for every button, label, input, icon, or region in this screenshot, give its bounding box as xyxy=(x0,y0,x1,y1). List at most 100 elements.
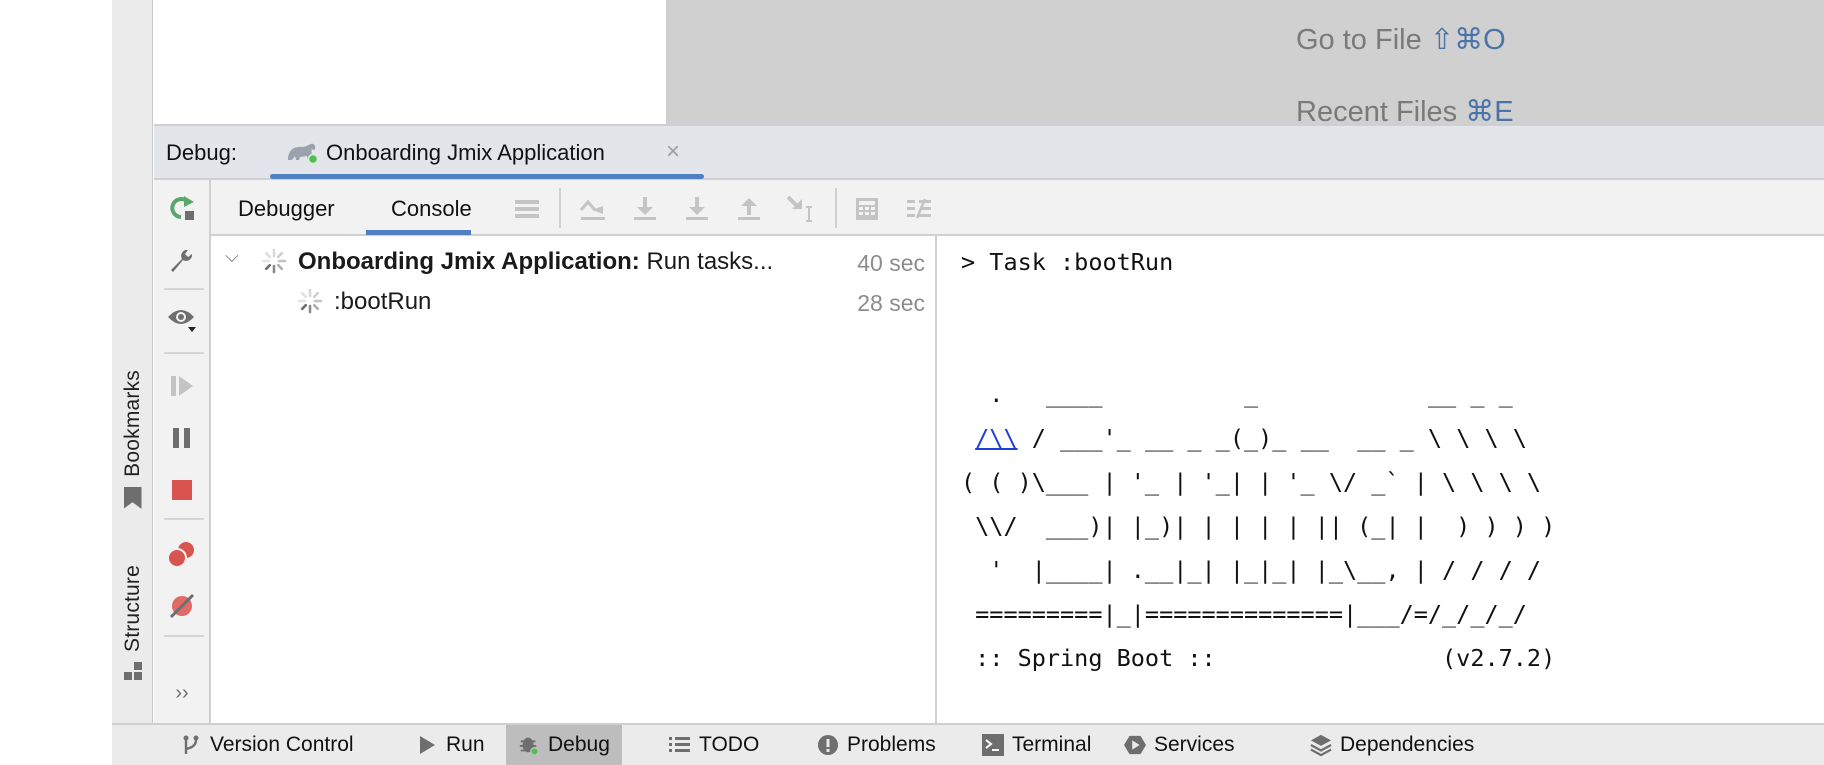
settings-button[interactable] xyxy=(166,244,198,276)
debug-title: Debug: xyxy=(166,140,237,165)
more-icon: ›› xyxy=(175,681,189,704)
step-over-button[interactable] xyxy=(629,193,661,225)
separator xyxy=(164,352,204,354)
problems-icon xyxy=(817,734,839,756)
mute-breakpoints-button[interactable] xyxy=(166,590,198,622)
tool-button-version-control[interactable]: Version Control xyxy=(168,725,366,765)
welcome-item-label: Recent Files xyxy=(1296,96,1458,128)
debug-tool-window-header: Debug: Onboarding Jmix Application × xyxy=(154,126,1824,180)
outer-margin xyxy=(0,0,112,765)
tool-button-dependencies[interactable]: Dependencies xyxy=(1298,725,1486,765)
tool-button-todo[interactable]: TODO xyxy=(657,725,771,765)
welcome-item-shortcut: ⇧⌘O xyxy=(1429,24,1506,56)
show-execution-point-button[interactable] xyxy=(577,193,609,225)
rerun-icon xyxy=(170,196,194,220)
tool-button-label: Problems xyxy=(847,733,936,756)
tool-tab-bookmarks[interactable]: Bookmarks xyxy=(112,370,153,509)
console-text: > Task :bootRun . ____ _ __ _ _ /\\ / __… xyxy=(961,240,1725,723)
debug-session-label: Onboarding Jmix Application xyxy=(326,140,605,165)
step-out-button[interactable] xyxy=(733,193,765,225)
debug-actions-strip: ›› xyxy=(154,180,211,723)
tool-button-label: Debug xyxy=(548,733,610,756)
layout-button[interactable] xyxy=(511,193,543,225)
tree-row-title: :bootRun xyxy=(334,288,432,315)
console-line: ' |____| .__|_| |_|_| |_\__, | / / / / xyxy=(961,556,1542,584)
close-icon[interactable]: × xyxy=(666,138,680,166)
wrench-icon xyxy=(171,249,193,272)
more-actions-button[interactable]: ›› xyxy=(166,677,198,709)
tree-row-time: 28 sec xyxy=(857,290,925,316)
tree-row-text: Onboarding Jmix Application: Run tasks..… xyxy=(298,248,773,276)
spinner-icon xyxy=(261,248,287,274)
console-link[interactable]: /\\ xyxy=(975,424,1017,452)
tool-button-label: Version Control xyxy=(210,733,354,756)
tool-button-label: Run xyxy=(446,733,485,756)
tool-button-label: Services xyxy=(1154,733,1235,756)
list-icon xyxy=(669,734,691,756)
separator xyxy=(835,188,837,228)
step-out-icon xyxy=(738,198,760,220)
separator xyxy=(164,288,204,290)
gradle-elephant-icon xyxy=(288,143,318,164)
structure-label: Structure xyxy=(120,565,144,652)
tab-console[interactable]: Console xyxy=(391,196,472,222)
branch-icon xyxy=(180,734,202,756)
tool-button-terminal[interactable]: Terminal xyxy=(970,725,1103,765)
separator xyxy=(559,188,561,228)
welcome-item-shortcut: ⌘E xyxy=(1465,96,1514,128)
tool-button-label: Terminal xyxy=(1012,733,1092,756)
trace-button[interactable] xyxy=(903,193,935,225)
run-to-cursor-icon xyxy=(786,195,812,222)
tool-button-run[interactable]: Run xyxy=(404,725,497,765)
tree-row-time: 40 sec xyxy=(857,250,925,276)
step-into-button[interactable] xyxy=(681,193,713,225)
console-line: /\\ / ___'_ __ _ _(_)_ __ __ _ \ \ \ \ xyxy=(975,424,1527,452)
tool-tab-structure[interactable]: Structure xyxy=(112,565,153,680)
tree-row[interactable]: :bootRun 28 sec xyxy=(211,282,935,320)
editor-area[interactable] xyxy=(154,0,666,126)
tool-button-label: Dependencies xyxy=(1340,733,1475,756)
welcome-item-label: Go to File xyxy=(1296,24,1422,56)
resume-button[interactable] xyxy=(166,370,198,402)
tool-button-services[interactable]: Services xyxy=(1112,725,1247,765)
active-tab-indicator xyxy=(366,230,471,235)
hamburger-icon xyxy=(515,200,539,218)
view-breakpoints-list-button[interactable] xyxy=(166,538,198,570)
console-line: ( ( )\___ | '_ | '_| | '_ \/ _` | \ \ \ … xyxy=(961,468,1542,496)
welcome-go-to-file: Go to File ⇧⌘O xyxy=(1296,22,1506,57)
resume-icon xyxy=(171,376,193,396)
tool-button-problems[interactable]: Problems xyxy=(805,725,948,765)
build-tree: ⌵ Onboarding Jmix Application: Run tasks… xyxy=(211,236,937,723)
services-icon xyxy=(1124,734,1146,756)
debug-session-tab[interactable]: Onboarding Jmix Application × xyxy=(262,126,704,179)
tool-button-label: TODO xyxy=(699,733,760,756)
mute-breakpoints-icon xyxy=(169,593,195,619)
stop-button[interactable] xyxy=(166,474,198,506)
separator xyxy=(164,518,204,520)
terminal-icon xyxy=(982,734,1004,756)
evaluate-expression-button[interactable] xyxy=(851,193,883,225)
tab-debugger[interactable]: Debugger xyxy=(238,196,335,222)
pause-icon xyxy=(173,428,190,448)
tool-button-debug[interactable]: Debug xyxy=(506,725,622,765)
pause-button[interactable] xyxy=(166,422,198,454)
chevron-down-icon[interactable]: ⌵ xyxy=(225,246,239,267)
debug-toolbar: Debugger Console xyxy=(211,180,1824,236)
step-into-icon xyxy=(686,197,708,220)
tree-row[interactable]: ⌵ Onboarding Jmix Application: Run tasks… xyxy=(211,242,935,280)
rerun-button[interactable] xyxy=(166,192,198,224)
trace-icon xyxy=(907,198,931,219)
bookmark-icon xyxy=(123,486,142,509)
tree-row-status: Run tasks... xyxy=(639,248,774,275)
console-line: =========|_|==============|___/=/_/_/_/ xyxy=(961,600,1527,628)
tree-row-title: Onboarding Jmix Application: xyxy=(298,248,640,275)
breakpoints-icon xyxy=(167,542,194,568)
run-to-cursor-button[interactable] xyxy=(785,193,817,225)
view-breakpoints-button[interactable] xyxy=(166,304,198,336)
bug-icon xyxy=(518,734,540,756)
bookmarks-label: Bookmarks xyxy=(120,370,144,477)
console-output[interactable]: > Task :bootRun . ____ _ __ _ _ /\\ / __… xyxy=(937,236,1824,723)
structure-icon xyxy=(123,662,142,680)
console-line: \\/ ___)| |_)| | | | | || (_| | ) ) ) ) xyxy=(961,512,1556,540)
separator xyxy=(164,635,204,637)
